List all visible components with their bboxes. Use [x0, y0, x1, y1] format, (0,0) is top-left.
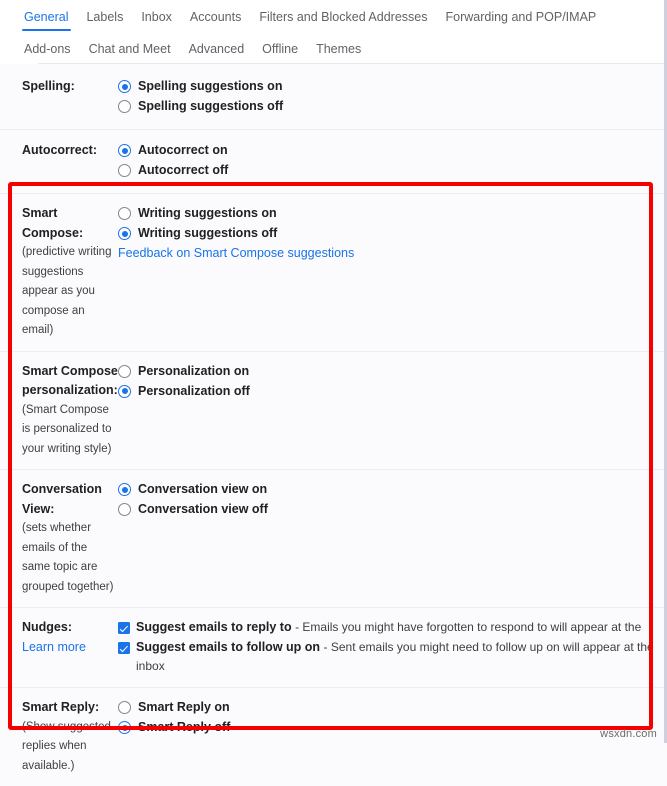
spelling-options: Spelling suggestions on Spelling suggest…	[118, 77, 667, 117]
conversation-view-off-label: Conversation view off	[138, 502, 268, 516]
smart-compose-label-col: Smart Compose: (predictive writing sugge…	[0, 204, 118, 341]
smart-reply-label: Smart Reply:	[22, 700, 100, 714]
smart-reply-on-label: Smart Reply on	[138, 700, 230, 714]
nudges-followup-option[interactable]: Suggest emails to follow up on - Sent em…	[118, 638, 667, 676]
conversation-view-label: Conversation View:	[22, 482, 102, 516]
conversation-view-on-label: Conversation view on	[138, 482, 268, 496]
conversation-view-off-radio[interactable]	[118, 503, 131, 516]
conversation-view-label-col: Conversation View: (sets whether emails …	[0, 480, 118, 597]
personalization-options: Personalization on Personalization off	[118, 362, 667, 402]
nudges-options: Suggest emails to reply to - Emails you …	[118, 618, 667, 677]
smart-compose-on-label: Writing suggestions on	[138, 206, 277, 220]
tab-general[interactable]: General	[18, 10, 77, 31]
conversation-view-on-radio[interactable]	[118, 483, 131, 496]
nudges-followup-label: Suggest emails to follow up on	[136, 640, 321, 654]
autocorrect-options: Autocorrect on Autocorrect off	[118, 141, 667, 181]
tabs-row-primary: General Labels Inbox Accounts Filters an…	[0, 0, 667, 31]
autocorrect-on-label: Autocorrect on	[138, 143, 228, 157]
personalization-note: (Smart Compose is personalized to your w…	[22, 403, 112, 455]
smart-compose-feedback-line: Feedback on Smart Compose suggestions	[118, 244, 667, 264]
personalization-off-radio[interactable]	[118, 384, 131, 398]
personalization-on-radio[interactable]	[118, 364, 131, 378]
smart-compose-label: Smart Compose:	[22, 206, 84, 240]
setting-row-conversation-view: Conversation View: (sets whether emails …	[0, 470, 667, 608]
smart-reply-off-option[interactable]: Smart Reply off	[118, 718, 667, 737]
nudges-label-col: Nudges: Learn more	[0, 618, 118, 657]
nudges-reply-option[interactable]: Suggest emails to reply to - Emails you …	[118, 618, 667, 637]
autocorrect-on-option[interactable]: Autocorrect on	[118, 141, 667, 160]
nudges-followup-desc: - Sent emails you might need to follow u…	[323, 640, 654, 654]
smart-reply-off-radio[interactable]	[118, 721, 131, 734]
autocorrect-label-col: Autocorrect:	[0, 141, 118, 161]
smart-compose-on-radio[interactable]	[118, 207, 131, 220]
tabs-row-secondary: Add-ons Chat and Meet Advanced Offline T…	[0, 31, 667, 63]
smart-compose-off-radio[interactable]	[118, 227, 131, 240]
autocorrect-on-radio[interactable]	[118, 144, 131, 157]
smart-reply-options: Smart Reply on Smart Reply off	[118, 698, 667, 738]
tab-themes[interactable]: Themes	[307, 42, 370, 63]
setting-row-nudges: Nudges: Learn more Suggest emails to rep…	[0, 608, 667, 688]
personalization-off-label: Personalization off	[138, 383, 250, 398]
tab-chat-and-meet[interactable]: Chat and Meet	[80, 42, 180, 63]
tab-advanced[interactable]: Advanced	[180, 42, 254, 63]
spelling-label: Spelling:	[22, 79, 75, 93]
spelling-off-option[interactable]: Spelling suggestions off	[118, 97, 667, 116]
setting-row-smart-reply: Smart Reply: (Show suggested replies whe…	[0, 688, 667, 786]
tab-labels[interactable]: Labels	[77, 10, 132, 31]
spelling-off-radio[interactable]	[118, 100, 131, 113]
setting-row-smart-compose-personalization: Smart Compose personalization: (Smart Co…	[0, 351, 667, 470]
setting-row-autocorrect: Autocorrect: Autocorrect on Autocorrect …	[0, 130, 667, 194]
settings-tabs: General Labels Inbox Accounts Filters an…	[0, 0, 667, 64]
smart-reply-on-radio[interactable]	[118, 701, 131, 714]
tab-offline[interactable]: Offline	[253, 42, 307, 63]
smart-reply-on-option[interactable]: Smart Reply on	[118, 698, 667, 717]
autocorrect-off-radio[interactable]	[118, 164, 131, 177]
autocorrect-label: Autocorrect:	[22, 143, 98, 157]
smart-compose-on-option[interactable]: Writing suggestions on	[118, 204, 667, 223]
nudges-reply-label: Suggest emails to reply to	[136, 620, 292, 634]
nudges-followup-desc-2: inbox	[136, 659, 165, 673]
tab-add-ons[interactable]: Add-ons	[18, 42, 80, 63]
conversation-view-options: Conversation view on Conversation view o…	[118, 480, 667, 520]
nudges-label: Nudges:	[22, 620, 72, 634]
smart-reply-note: (Show suggested replies when available.)	[22, 720, 111, 772]
tab-accounts[interactable]: Accounts	[181, 10, 250, 31]
smart-compose-options: Writing suggestions on Writing suggestio…	[118, 204, 667, 264]
tab-filters-and-blocked-addresses[interactable]: Filters and Blocked Addresses	[250, 10, 436, 31]
conversation-view-on-option[interactable]: Conversation view on	[118, 480, 667, 499]
nudges-followup-checkbox[interactable]	[118, 642, 130, 654]
smart-compose-off-label: Writing suggestions off	[138, 226, 278, 240]
conversation-view-note: (sets whether emails of the same topic a…	[22, 522, 114, 593]
spelling-on-label: Spelling suggestions on	[138, 79, 283, 93]
setting-row-spelling: Spelling: Spelling suggestions on Spelli…	[0, 64, 667, 130]
personalization-on-label: Personalization on	[138, 363, 250, 378]
autocorrect-off-label: Autocorrect off	[138, 163, 229, 177]
smart-compose-note: (predictive writing suggestions appear a…	[22, 246, 112, 336]
smart-reply-label-col: Smart Reply: (Show suggested replies whe…	[0, 698, 118, 776]
tab-inbox[interactable]: Inbox	[132, 10, 181, 31]
conversation-view-off-option[interactable]: Conversation view off	[118, 500, 667, 519]
smart-compose-off-option[interactable]: Writing suggestions off	[118, 224, 667, 243]
personalization-on-option[interactable]: Personalization on	[118, 362, 667, 381]
spelling-label-col: Spelling:	[0, 77, 118, 97]
general-settings-panel: Spelling: Spelling suggestions on Spelli…	[0, 64, 667, 786]
watermark-text: wsxdn.com	[600, 728, 657, 740]
nudges-learn-more-link[interactable]: Learn more	[22, 638, 118, 657]
nudges-reply-desc: - Emails you might have forgotten to res…	[295, 620, 642, 634]
autocorrect-off-option[interactable]: Autocorrect off	[118, 161, 667, 180]
personalization-label-col: Smart Compose personalization: (Smart Co…	[0, 362, 118, 460]
setting-row-smart-compose: Smart Compose: (predictive writing sugge…	[0, 194, 667, 352]
spelling-on-radio[interactable]	[118, 80, 131, 93]
spelling-on-option[interactable]: Spelling suggestions on	[118, 77, 667, 96]
tab-forwarding-and-pop-imap[interactable]: Forwarding and POP/IMAP	[436, 10, 605, 31]
personalization-label: Smart Compose personalization:	[22, 363, 118, 398]
smart-compose-feedback-link[interactable]: Feedback on Smart Compose suggestions	[118, 246, 354, 260]
nudges-followup-text: Suggest emails to follow up on - Sent em…	[136, 638, 667, 676]
nudges-reply-text: Suggest emails to reply to - Emails you …	[136, 618, 641, 637]
smart-reply-off-label: Smart Reply off	[138, 720, 231, 734]
personalization-off-option[interactable]: Personalization off	[118, 382, 667, 401]
nudges-reply-checkbox[interactable]	[118, 622, 130, 634]
spelling-off-label: Spelling suggestions off	[138, 99, 284, 113]
